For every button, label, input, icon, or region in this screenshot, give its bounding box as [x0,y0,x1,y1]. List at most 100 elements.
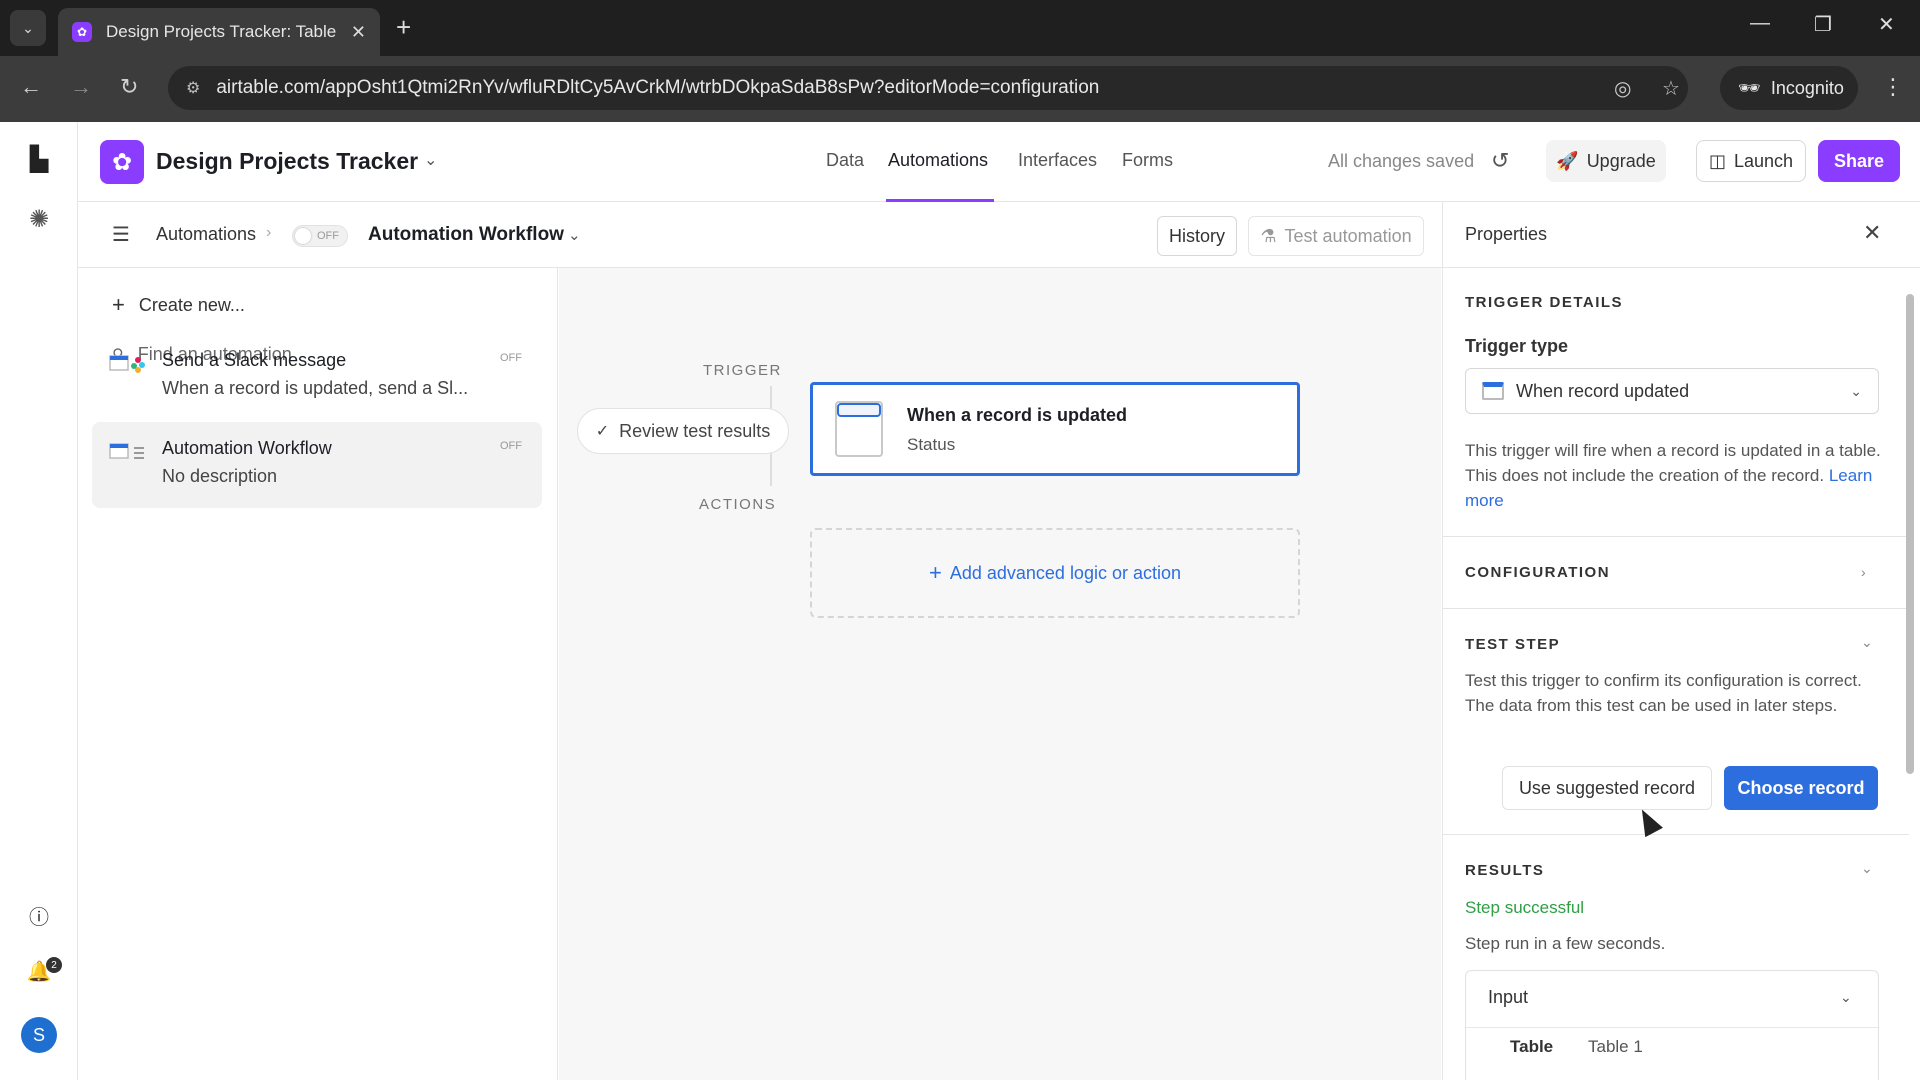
rocket-icon: 🚀 [1556,150,1579,171]
configuration-heading[interactable]: CONFIGURATION [1465,564,1610,581]
test-description: Test this trigger to confirm its configu… [1465,671,1862,715]
nav-interfaces[interactable]: Interfaces [1018,150,1097,171]
address-bar[interactable]: ⚙ airtable.com/appOsht1Qtmi2RnYv/wfluRDl… [168,66,1688,110]
url-text: airtable.com/appOsht1Qtmi2RnYv/wfluRDltC… [216,77,1100,98]
tab-close-icon[interactable]: ✕ [351,22,366,43]
test-automation-button[interactable]: ⚗ Test automation [1248,216,1424,256]
result-status: Step successful [1465,898,1585,917]
trigger-details-heading: TRIGGER DETAILS [1465,294,1624,311]
trigger-type-value: When record updated [1516,380,1690,401]
minimize-icon[interactable]: — [1750,12,1770,35]
plus-icon: + [928,560,942,585]
base-icon[interactable]: ✿ [100,140,144,184]
bookmark-star-icon[interactable]: ☆ [1662,76,1680,101]
upgrade-label: Upgrade [1586,150,1656,171]
forward-icon[interactable]: → [70,74,92,100]
browser-tab[interactable]: ✿ Design Projects Tracker: Table 1 ✕ [58,8,380,56]
add-action-button[interactable]: + Add advanced logic or action [810,528,1300,618]
upgrade-button[interactable]: 🚀 Upgrade [1546,140,1666,182]
automation-toolbar: ☰ Automations › OFF Automation Workflow … [78,202,1442,268]
list-item[interactable]: Send a Slack message When a record is up… [92,334,542,420]
base-name[interactable]: Design Projects Tracker [156,148,418,175]
restore-icon[interactable]: ❐ [1814,12,1832,37]
back-icon[interactable]: ← [20,74,42,100]
nav-forms[interactable]: Forms [1122,150,1173,171]
breadcrumb-separator-icon: › [266,224,272,241]
trigger-card-title: When a record is updated [907,405,1128,425]
menu-icon[interactable]: ☰ [112,222,130,247]
launch-icon: ◫ [1708,150,1726,171]
site-info-icon[interactable]: ⚙ [186,78,200,98]
workflow-canvas: TRIGGER ✓ Review test results When a rec… [559,268,1441,1080]
revision-history-icon[interactable]: ↺ [1491,148,1509,174]
review-test-results-label: Review test results [619,420,771,441]
window-close-icon[interactable]: ✕ [1878,12,1895,37]
trigger-description-text: This trigger will fire when a record is … [1465,441,1881,485]
properties-title: Properties [1465,224,1548,244]
airtable-favicon-icon: ✿ [72,22,92,42]
divider [1443,608,1909,609]
tab-title: Design Projects Tracker: Table 1 [106,22,341,41]
list-item[interactable]: Automation Workflow No description OFF [92,422,542,508]
results-heading[interactable]: RESULTS [1465,862,1544,879]
automation-toggle[interactable]: OFF [292,225,348,247]
input-section[interactable]: Input ⌄ Table Table 1 [1465,970,1879,1080]
new-tab-icon[interactable]: + [396,12,411,43]
properties-header: Properties ✕ [1443,202,1920,268]
chevron-down-icon[interactable]: ⌄ [1861,860,1873,877]
loading-spinner-icon: ✺ [28,205,50,233]
choose-record-button[interactable]: Choose record [1724,766,1878,810]
review-test-results-button[interactable]: ✓ Review test results [577,408,789,454]
record-updated-icon [835,401,883,457]
test-automation-label: Test automation [1284,225,1412,246]
chevron-down-icon[interactable]: ⌄ [1840,989,1852,1006]
input-row-key: Table [1510,1037,1554,1056]
incognito-label: Incognito [1770,77,1844,98]
app-header: ✿ Design Projects Tracker ⌄ Data Automat… [78,122,1920,202]
base-chevron-down-icon[interactable]: ⌄ [424,150,437,170]
list-item-subtitle: When a record is updated, send a Sl... [162,378,469,398]
left-rail: ▙ ✺ ⓘ 🔔 [0,122,78,1080]
eye-off-icon[interactable]: ◎ [1614,76,1631,101]
history-button[interactable]: History [1157,216,1237,256]
scrollbar-thumb[interactable] [1906,294,1914,774]
divider [1443,834,1909,835]
trigger-type-select[interactable]: When record updated ⌄ [1465,368,1879,414]
reload-icon[interactable]: ↻ [120,74,138,100]
share-button[interactable]: Share [1818,140,1900,182]
breadcrumb[interactable]: Automations [156,224,256,245]
actions-section-label: ACTIONS [699,496,777,513]
use-suggested-record-button[interactable]: Use suggested record [1502,766,1712,810]
workflow-name[interactable]: Automation Workflow [368,224,564,246]
incognito-icon: 🕶 [1738,77,1761,98]
trigger-card-subtitle: Status [907,435,956,454]
input-label: Input [1488,987,1529,1007]
nav-data[interactable]: Data [826,150,864,171]
flask-icon: ⚗ [1260,225,1277,246]
incognito-indicator[interactable]: 🕶 Incognito [1720,66,1858,110]
create-new-button[interactable]: + Create new... [112,292,245,318]
scrollbar[interactable] [1905,278,1915,1058]
trigger-type-label: Trigger type [1465,336,1569,356]
trigger-card[interactable]: When a record is updated Status [810,382,1300,476]
test-step-heading[interactable]: TEST STEP [1465,636,1560,653]
launch-label: Launch [1733,150,1794,171]
avatar[interactable]: S [21,1017,57,1053]
list-item-title: Automation Workflow [162,438,332,458]
status-badge: OFF [500,440,522,452]
slack-trigger-icon [109,355,145,373]
chevron-right-icon[interactable]: › [1861,564,1866,580]
close-icon[interactable]: ✕ [1863,220,1881,246]
tab-search-chevron-icon[interactable]: ⌄ [10,10,46,46]
chevron-down-icon: ⌄ [1850,382,1862,399]
workflow-chevron-down-icon[interactable]: ⌄ [568,226,581,244]
record-updated-icon [1482,382,1504,400]
browser-menu-icon[interactable]: ⋮ [1882,74,1904,100]
help-icon[interactable]: ⓘ [22,898,56,932]
create-new-label: Create new... [138,294,245,315]
check-icon: ✓ [595,423,610,440]
home-logo-icon[interactable]: ▙ [22,142,56,176]
launch-button[interactable]: ◫ Launch [1696,140,1806,182]
nav-automations[interactable]: Automations [888,150,988,171]
chevron-down-icon[interactable]: ⌄ [1861,634,1873,651]
